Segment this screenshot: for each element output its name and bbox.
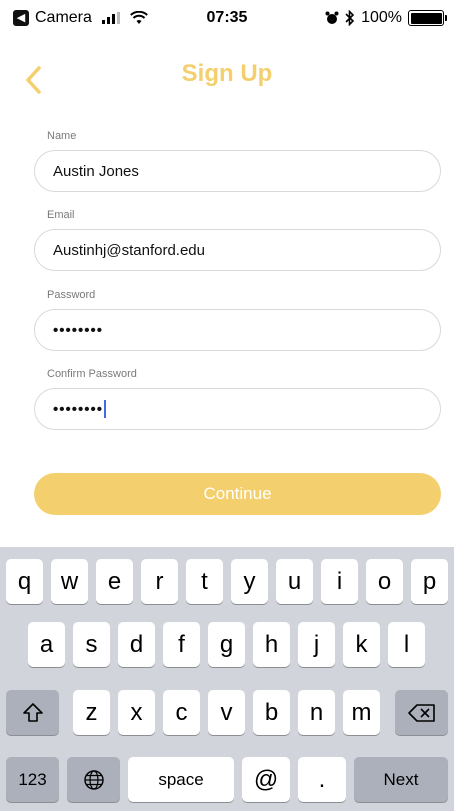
name-field-group: Name Austin Jones — [34, 128, 441, 192]
key-s[interactable]: s — [73, 622, 110, 667]
name-label: Name — [47, 130, 77, 142]
key-h[interactable]: h — [253, 622, 290, 667]
key-a[interactable]: a — [28, 622, 65, 667]
at-key[interactable]: @ — [242, 757, 290, 802]
password-label: Password — [47, 289, 96, 301]
globe-key[interactable] — [67, 757, 120, 802]
key-g[interactable]: g — [208, 622, 245, 667]
confirm-password-field-group: Confirm Password •••••••• — [34, 366, 441, 430]
status-bar: ◀ Camera 07:35 100% — [0, 0, 454, 36]
status-bar-right: 100% — [325, 9, 447, 27]
numbers-key[interactable]: 123 — [6, 757, 59, 802]
backspace-icon — [407, 703, 435, 722]
name-input[interactable]: Austin Jones — [34, 150, 441, 192]
email-input[interactable]: Austinhj@stanford.edu — [34, 229, 441, 271]
battery-percent: 100% — [361, 9, 402, 26]
confirm-password-value: •••••••• — [53, 400, 104, 418]
confirm-password-input[interactable]: •••••••• — [34, 388, 441, 430]
key-w[interactable]: w — [51, 559, 88, 604]
shift-key[interactable] — [6, 690, 59, 735]
email-value: Austinhj@stanford.edu — [53, 241, 205, 259]
password-input[interactable]: •••••••• — [34, 309, 441, 351]
email-label: Email — [47, 209, 75, 221]
key-e[interactable]: e — [96, 559, 133, 604]
key-m[interactable]: m — [343, 690, 380, 735]
key-o[interactable]: o — [366, 559, 403, 604]
password-field-group: Password •••••••• — [34, 287, 441, 351]
key-j[interactable]: j — [298, 622, 335, 667]
bluetooth-icon — [345, 10, 355, 26]
period-key[interactable]: . — [298, 757, 346, 802]
key-x[interactable]: x — [118, 690, 155, 735]
delete-key[interactable] — [395, 690, 448, 735]
globe-icon — [83, 769, 104, 790]
key-d[interactable]: d — [118, 622, 155, 667]
continue-button[interactable]: Continue — [34, 473, 441, 515]
key-i[interactable]: i — [321, 559, 358, 604]
key-c[interactable]: c — [163, 690, 200, 735]
space-key[interactable]: space — [128, 757, 234, 802]
battery-icon — [408, 10, 447, 26]
key-k[interactable]: k — [343, 622, 380, 667]
key-v[interactable]: v — [208, 690, 245, 735]
key-z[interactable]: z — [73, 690, 110, 735]
key-y[interactable]: y — [231, 559, 268, 604]
keyboard: q w e r t y u i o p a s d f g h j k l z … — [0, 547, 454, 811]
page-title: Sign Up — [181, 60, 273, 87]
key-l[interactable]: l — [388, 622, 425, 667]
alarm-clock-icon — [325, 11, 339, 24]
key-p[interactable]: p — [411, 559, 448, 604]
password-value: •••••••• — [53, 321, 104, 339]
confirm-password-label: Confirm Password — [47, 368, 137, 380]
key-n[interactable]: n — [298, 690, 335, 735]
key-r[interactable]: r — [141, 559, 178, 604]
key-q[interactable]: q — [6, 559, 43, 604]
key-u[interactable]: u — [276, 559, 313, 604]
next-key[interactable]: Next — [354, 757, 448, 802]
key-f[interactable]: f — [163, 622, 200, 667]
text-caret — [104, 400, 107, 418]
email-field-group: Email Austinhj@stanford.edu — [34, 207, 441, 271]
key-t[interactable]: t — [186, 559, 223, 604]
shift-arrow-icon — [22, 702, 43, 722]
name-value: Austin Jones — [53, 162, 139, 180]
key-b[interactable]: b — [253, 690, 290, 735]
